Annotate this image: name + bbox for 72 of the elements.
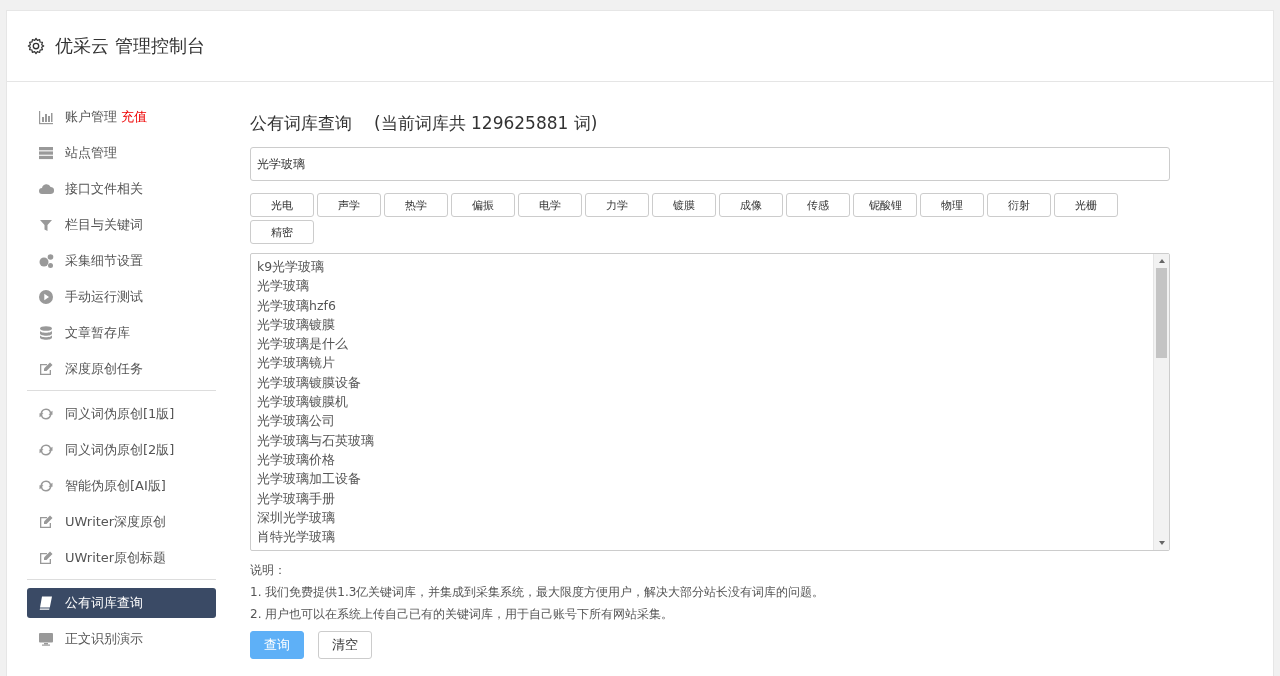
filter-icon <box>38 217 54 233</box>
sidebar-item[interactable]: 深度原创任务 <box>27 354 216 384</box>
keyword-item[interactable]: 光学玻璃镀膜机 <box>257 392 1147 412</box>
sidebar-item[interactable]: 栏目与关键词 <box>27 210 216 240</box>
edit-icon <box>38 361 54 377</box>
keyword-item[interactable]: 光学玻璃镀膜 <box>257 314 1147 335</box>
keyword-item[interactable]: 光学玻璃是什么 <box>257 334 1147 354</box>
monitor-icon <box>38 631 54 647</box>
sidebar-item[interactable]: UWriter原创标题 <box>27 543 216 573</box>
keyword-item[interactable]: 光学玻璃 <box>257 276 1147 296</box>
category-tag[interactable]: 精密 <box>250 220 314 244</box>
category-tag[interactable]: 铌酸锂 <box>853 193 917 217</box>
category-tag[interactable]: 力学 <box>585 193 649 217</box>
book-icon <box>38 595 54 611</box>
sidebar-item[interactable]: 手动运行测试 <box>27 282 216 312</box>
keyword-item[interactable]: k9光学玻璃 <box>257 257 1147 277</box>
category-tag[interactable]: 衍射 <box>987 193 1051 217</box>
play-icon <box>38 289 54 305</box>
sidebar-item[interactable]: 文章暂存库 <box>27 318 216 348</box>
category-tag[interactable]: 声学 <box>317 193 381 217</box>
page-title: 公有词库查询 <box>250 112 352 135</box>
recharge-link[interactable]: 充值 <box>121 108 147 126</box>
category-tag[interactable]: 物理 <box>920 193 984 217</box>
refresh-icon <box>38 406 54 422</box>
edit-icon <box>38 514 54 530</box>
category-tag[interactable]: 光栅 <box>1054 193 1118 217</box>
scroll-thumb[interactable] <box>1156 268 1167 358</box>
settings-icon <box>27 37 45 55</box>
up-arrow-icon <box>1157 258 1166 264</box>
database-icon <box>38 325 54 341</box>
keyword-input[interactable]: 光学玻璃 <box>250 147 1170 181</box>
sidebar-item[interactable]: 同义词伪原创[2版] <box>27 435 216 465</box>
keyword-item[interactable]: 光学玻璃hzf6 <box>257 295 1147 315</box>
down-arrow-icon <box>1157 540 1166 546</box>
sidebar-item[interactable]: 账户管理 充值 <box>27 102 216 132</box>
category-tag[interactable]: 偏振 <box>451 193 515 217</box>
refresh-icon <box>38 478 54 494</box>
keyword-item[interactable]: 光学玻璃手册 <box>257 488 1147 508</box>
sidebar-item[interactable]: UWriter深度原创 <box>27 507 216 537</box>
keyword-item[interactable]: 光学玻璃公司 <box>257 411 1147 431</box>
sidebar-item[interactable]: 接口文件相关 <box>27 174 216 204</box>
sidebar-item[interactable]: 智能伪原创[AI版] <box>27 471 216 501</box>
category-tag[interactable]: 传感 <box>786 193 850 217</box>
sidebar-item[interactable]: 采集细节设置 <box>27 246 216 276</box>
server-icon <box>38 145 54 161</box>
chart-icon <box>38 109 54 125</box>
sidebar-item[interactable]: 同义词伪原创[1版] <box>27 399 216 429</box>
scrollbar[interactable] <box>1153 254 1169 550</box>
category-tag[interactable]: 成像 <box>719 193 783 217</box>
category-tag[interactable]: 电学 <box>518 193 582 217</box>
notes-heading: 说明： <box>250 562 287 579</box>
keyword-item[interactable]: 光学玻璃镀膜设备 <box>257 372 1147 393</box>
keyword-item[interactable]: 深圳光学玻璃 <box>257 507 1147 528</box>
clear-button[interactable]: 清空 <box>318 631 372 659</box>
sidebar-item[interactable]: 公有词库查询 <box>27 588 216 618</box>
word-count: (当前词库共 129625881 词) <box>374 112 598 135</box>
keyword-item[interactable]: 肖特光学玻璃 <box>257 527 1147 547</box>
edit-icon <box>38 550 54 566</box>
keyword-item[interactable]: 光学玻璃价格 <box>257 449 1147 470</box>
note-text: 1. 我们免费提供1.3亿关键词库，并集成到采集系统，最大限度方便用户，解决大部分站长没有词库的问题。 <box>250 584 826 601</box>
keyword-item[interactable]: 光学玻璃加工设备 <box>257 469 1147 489</box>
category-tag[interactable]: 镀膜 <box>652 193 716 217</box>
category-tag[interactable]: 热学 <box>384 193 448 217</box>
sidebar-item[interactable]: 正文识别演示 <box>27 624 216 654</box>
sidebar-item[interactable]: 站点管理 <box>27 138 216 168</box>
refresh-icon <box>38 442 54 458</box>
category-tag[interactable]: 光电 <box>250 193 314 217</box>
console-title: 优采云 管理控制台 <box>55 34 205 58</box>
keyword-item[interactable]: 光学玻璃镜片 <box>257 353 1147 373</box>
keyword-item[interactable]: 光学玻璃与石英玻璃 <box>257 430 1147 450</box>
cloud-icon <box>38 181 54 197</box>
note-text: 2. 用户也可以在系统上传自己已有的关键词库，用于自己账号下所有网站采集。 <box>250 606 675 623</box>
